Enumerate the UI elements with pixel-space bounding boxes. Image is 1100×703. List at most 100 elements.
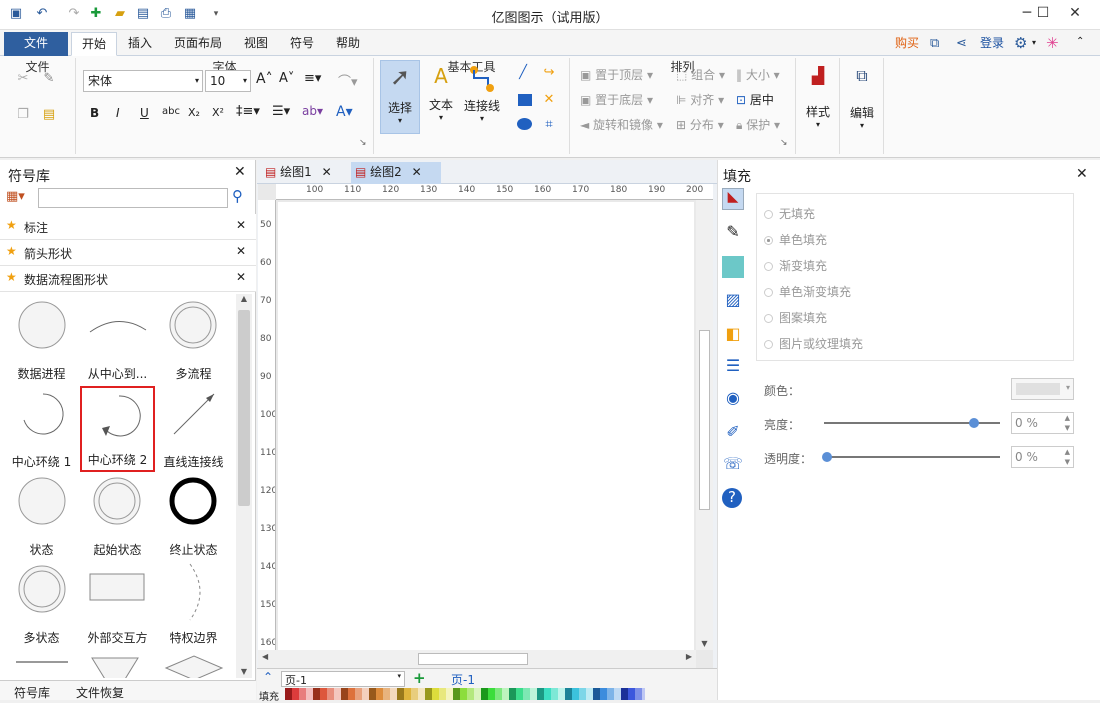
underline-icon[interactable]: U bbox=[140, 106, 149, 120]
color-swatch[interactable] bbox=[362, 688, 369, 700]
rectangle-tool-icon[interactable] bbox=[518, 94, 532, 106]
shape-multi-process[interactable]: 多流程 bbox=[156, 298, 231, 384]
style-button[interactable]: ▟ 样式 ▾ bbox=[804, 66, 832, 146]
spinner-icon[interactable]: ▲ ▼ bbox=[1065, 413, 1070, 433]
text-path-icon[interactable]: ⌒▾ bbox=[338, 71, 358, 90]
spinner-icon[interactable]: ▲ ▼ bbox=[1065, 447, 1070, 467]
color-swatch[interactable] bbox=[432, 688, 439, 700]
color-swatch[interactable] bbox=[348, 688, 355, 700]
ellipse-tool-icon[interactable] bbox=[517, 118, 532, 130]
send-to-back-button[interactable]: ▣ 置于底层 ▾ bbox=[580, 91, 653, 108]
shadow-tab-icon[interactable] bbox=[722, 256, 744, 278]
color-swatches[interactable] bbox=[285, 688, 645, 700]
opacity-slider[interactable] bbox=[822, 452, 1000, 462]
color-swatch[interactable] bbox=[523, 688, 530, 700]
settings-dropdown-icon[interactable]: ▾ bbox=[1032, 38, 1036, 47]
share-icon[interactable]: ⋖ bbox=[956, 36, 967, 51]
select-tool-button[interactable]: ➚ 选择 ▾ bbox=[380, 60, 420, 134]
fill-option-none[interactable]: 无填充 bbox=[764, 205, 815, 222]
color-swatch[interactable] bbox=[502, 688, 509, 700]
color-swatch[interactable] bbox=[369, 688, 376, 700]
center-button[interactable]: ⊡ 居中 bbox=[736, 91, 774, 108]
close-section-icon[interactable]: ✕ bbox=[236, 244, 246, 258]
color-picker[interactable]: ▾ bbox=[1011, 378, 1074, 400]
distribute-button[interactable]: ⊞ 分布 ▾ bbox=[676, 116, 724, 133]
close-fill-panel-icon[interactable]: ✕ bbox=[1076, 166, 1088, 182]
shape-data-process[interactable]: 数据进程 bbox=[4, 298, 79, 384]
drawing-page[interactable] bbox=[278, 202, 694, 650]
font-name-select[interactable]: 宋体 ▾ bbox=[83, 70, 203, 92]
color-swatch[interactable] bbox=[614, 688, 621, 700]
curve-tool-icon[interactable]: ↪ bbox=[540, 64, 558, 82]
superscript-icon[interactable]: X² bbox=[212, 106, 224, 119]
share-screen-icon[interactable]: ⧉ bbox=[930, 36, 939, 51]
close-tab-icon[interactable]: ✕ bbox=[322, 165, 332, 179]
color-swatch[interactable] bbox=[474, 688, 481, 700]
color-swatch[interactable] bbox=[586, 688, 593, 700]
color-swatch[interactable] bbox=[558, 688, 565, 700]
library-section-dataflow[interactable]: ★ 数据流程图形状 ✕ bbox=[0, 266, 256, 292]
color-swatch[interactable] bbox=[467, 688, 474, 700]
color-swatch[interactable] bbox=[516, 688, 523, 700]
fill-option-texture[interactable]: 图片或纹理填充 bbox=[764, 335, 863, 352]
settings-gear-icon[interactable]: ⚙ bbox=[1014, 34, 1027, 52]
close-tab-icon[interactable]: ✕ bbox=[412, 165, 422, 179]
grow-font-icon[interactable]: A˄ bbox=[256, 71, 273, 87]
slider-handle[interactable] bbox=[822, 452, 832, 462]
tab-view[interactable]: 视图 bbox=[234, 32, 278, 56]
color-swatch[interactable] bbox=[313, 688, 320, 700]
fill-option-solid[interactable]: 单色填充 bbox=[764, 231, 827, 248]
paste-icon[interactable]: ▤ bbox=[40, 106, 58, 124]
color-swatch[interactable] bbox=[621, 688, 628, 700]
scrollbar-thumb[interactable] bbox=[238, 310, 250, 506]
close-button[interactable]: ✕ bbox=[1058, 2, 1092, 24]
color-swatch[interactable] bbox=[488, 688, 495, 700]
color-swatch[interactable] bbox=[425, 688, 432, 700]
color-swatch[interactable] bbox=[299, 688, 306, 700]
font-color-icon[interactable]: A▾ bbox=[336, 104, 353, 120]
layer-tab-icon[interactable]: ◧ bbox=[722, 324, 744, 346]
crop-tool-icon[interactable]: ⌗ bbox=[540, 116, 558, 134]
fill-option-pattern[interactable]: 图案填充 bbox=[764, 309, 827, 326]
tab-insert[interactable]: 插入 bbox=[118, 32, 162, 56]
shape-from-center[interactable]: 从中心到... bbox=[80, 298, 155, 384]
shrink-font-icon[interactable]: A˅ bbox=[279, 71, 294, 86]
library-scrollbar[interactable]: ▲ ▼ bbox=[236, 294, 252, 678]
color-swatch[interactable] bbox=[383, 688, 390, 700]
page-select[interactable]: 页-1 ▾ bbox=[281, 671, 405, 687]
add-page-icon[interactable]: + bbox=[413, 669, 426, 687]
close-section-icon[interactable]: ✕ bbox=[236, 270, 246, 284]
login-link[interactable]: 登录 bbox=[970, 32, 1014, 56]
color-swatch[interactable] bbox=[355, 688, 362, 700]
cross-point-icon[interactable]: ✕ bbox=[540, 91, 558, 109]
color-swatch[interactable] bbox=[390, 688, 397, 700]
slider-handle[interactable] bbox=[968, 418, 979, 428]
bring-to-front-button[interactable]: ▣ 置于顶层 ▾ bbox=[580, 66, 653, 83]
align-text-icon[interactable]: ≡▾ bbox=[304, 71, 321, 86]
page-tab-1[interactable]: 页-1 bbox=[451, 671, 475, 688]
color-swatch[interactable] bbox=[411, 688, 418, 700]
edit-button[interactable]: ⧉ 编辑 ▾ bbox=[848, 66, 876, 146]
scrollbar-thumb[interactable] bbox=[699, 330, 710, 510]
format-painter-icon[interactable]: ✎ bbox=[40, 70, 58, 88]
tab-file-recovery[interactable]: 文件恢复 bbox=[76, 684, 124, 701]
shape-external-interactor[interactable]: 外部交互方 bbox=[80, 562, 155, 648]
library-menu-icon[interactable]: ▦▾ bbox=[6, 189, 25, 204]
help-tab-icon[interactable]: ? bbox=[722, 488, 742, 508]
color-swatch[interactable] bbox=[341, 688, 348, 700]
shape-end-state[interactable]: 终止状态 bbox=[156, 474, 231, 560]
library-search-input[interactable] bbox=[38, 188, 228, 208]
color-swatch[interactable] bbox=[600, 688, 607, 700]
scrollbar-thumb[interactable] bbox=[418, 653, 528, 665]
rotate-mirror-button[interactable]: ◄ 旋转和镜像 ▾ bbox=[580, 116, 663, 133]
color-swatch[interactable] bbox=[495, 688, 502, 700]
color-swatch[interactable] bbox=[607, 688, 614, 700]
shape-center-loop-2[interactable]: 中心环绕 2 bbox=[80, 386, 155, 472]
highlight-icon[interactable]: ab▾ bbox=[302, 104, 323, 118]
scroll-up-icon[interactable]: ▲ bbox=[236, 294, 252, 303]
color-swatch[interactable] bbox=[579, 688, 586, 700]
shape-multi-state[interactable]: 多状态 bbox=[4, 562, 79, 648]
arrange-dialog-launcher-icon[interactable]: ↘ bbox=[780, 138, 788, 148]
line-tool-icon[interactable]: ╱ bbox=[514, 64, 532, 82]
brightness-input[interactable]: 0 % ▲ ▼ bbox=[1011, 412, 1074, 434]
